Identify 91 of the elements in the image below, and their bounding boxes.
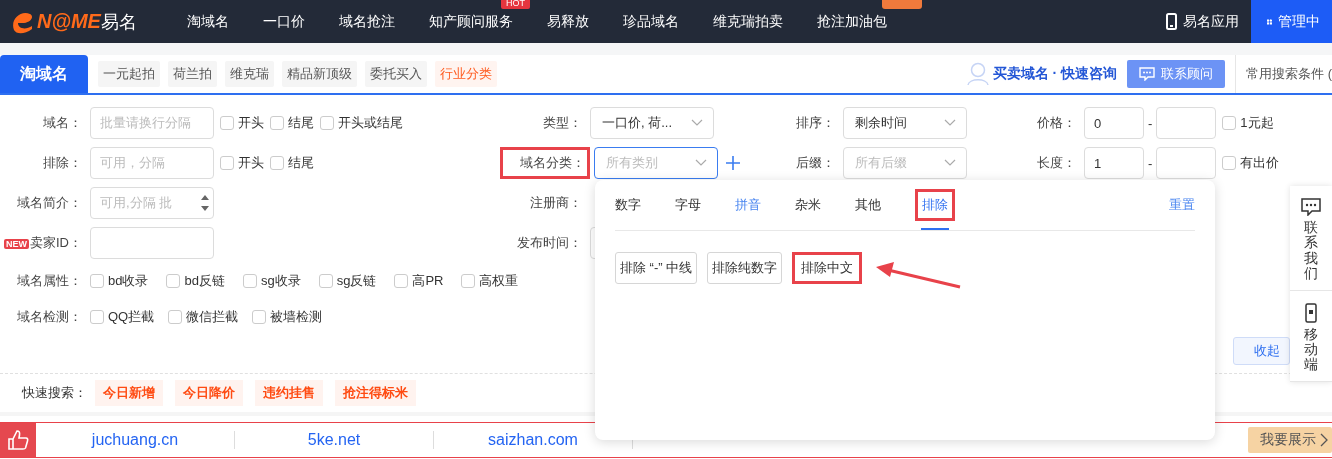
checkbox[interactable]: 开头 (220, 114, 264, 132)
chat-icon (1139, 67, 1156, 81)
main-tab[interactable]: 淘域名 (0, 55, 88, 93)
input-field[interactable]: 0 (1084, 107, 1144, 139)
category-tab[interactable]: 拼音 (735, 190, 761, 220)
field-label: 发布时间： (516, 234, 583, 252)
showcase-button[interactable]: 我要展示 (1248, 427, 1332, 453)
category-tab[interactable]: 荷兰拍 (168, 61, 217, 87)
tab-underline (921, 228, 949, 230)
select-field[interactable]: 一口价, 荷... (590, 107, 714, 139)
checkbox[interactable]: bd收录 (90, 272, 149, 290)
nav-link[interactable]: 淘域名 (187, 12, 229, 29)
field-label: 价格： (1036, 114, 1077, 132)
input-field[interactable] (90, 227, 214, 259)
thumbs-up-icon (7, 429, 29, 451)
category-tab[interactable]: 维克瑞 (225, 61, 274, 87)
side-link[interactable]: 移动端 (1290, 290, 1332, 382)
field-label: 域名属性： (16, 272, 83, 290)
chevron-down-icon (944, 119, 956, 127)
checkbox[interactable]: 1元起 (1222, 114, 1274, 132)
chat-icon (1301, 198, 1321, 216)
range-dash: - (1148, 155, 1153, 171)
nav-link[interactable]: 易释放 (547, 12, 589, 29)
checkbox[interactable]: sg反链 (318, 272, 377, 290)
field-label: 后缀： (795, 154, 836, 172)
app-link[interactable]: 易名应用 (1166, 12, 1239, 31)
field-label: 域名简介： (16, 194, 83, 212)
domain-link[interactable]: 5ke.net (235, 431, 434, 449)
nav-link[interactable]: 抢注加油包 (817, 12, 887, 29)
category-tab[interactable]: 其他 (855, 190, 881, 220)
exclude-option-button[interactable]: 排除中文 (792, 252, 863, 284)
collapse-button[interactable]: 收起 (1233, 337, 1290, 365)
input-field[interactable] (1156, 147, 1217, 179)
domain-link[interactable]: juchuang.cn (36, 431, 235, 449)
consult-slogan: 买卖域名 · 快速咨询 (992, 65, 1118, 83)
checkbox[interactable]: 结尾 (270, 154, 314, 172)
checkbox[interactable]: QQ拦截 (90, 308, 155, 326)
nav-link[interactable]: 珍品域名 (623, 12, 679, 29)
checkbox[interactable]: 高PR (394, 272, 444, 290)
saved-searches-link[interactable]: 常用搜索条件 ( (1235, 55, 1332, 93)
checkbox[interactable]: 被墙检测 (252, 308, 323, 326)
chevron-right-icon (1320, 433, 1328, 447)
field-label: 域名： (42, 114, 83, 132)
new-badge: NEW (4, 239, 29, 249)
checkbox[interactable]: 有出价 (1222, 154, 1280, 172)
category-tab[interactable]: 精品新顶级 (282, 61, 357, 87)
field-label: 长度： (1036, 154, 1077, 172)
category-tab[interactable]: 排除 (915, 189, 955, 221)
reset-link[interactable]: 重置 (1169, 196, 1195, 214)
select-field[interactable]: 剩余时间 (843, 107, 967, 139)
field-label: 域名分类： (500, 147, 590, 179)
field-label: 排序： (795, 114, 836, 132)
checkbox[interactable]: bd反链 (166, 272, 225, 290)
nav-link[interactable]: 域名抢注 (339, 12, 395, 29)
exclude-option-button[interactable]: 排除纯数字 (707, 252, 783, 284)
checkbox[interactable]: sg收录 (242, 272, 301, 290)
category-tab[interactable]: 委托买入 (365, 61, 427, 87)
phone-icon (1305, 302, 1317, 323)
nav-link[interactable]: 维克瑞拍卖 (713, 12, 783, 29)
checkbox[interactable]: 微信拦截 (168, 308, 239, 326)
nav-link[interactable]: 一口价 (263, 12, 305, 29)
chevron-down-icon (695, 159, 707, 167)
range-dash: - (1148, 115, 1153, 131)
category-tab[interactable]: 一元起拍 (98, 61, 160, 87)
checkbox[interactable]: 开头或结尾 (320, 114, 403, 132)
chevron-down-icon (691, 119, 703, 127)
field-label: 类型： (542, 114, 583, 132)
quick-search-label: 快速搜索： (22, 384, 87, 402)
field-label: 注册商： (529, 194, 583, 212)
field-label: NEW 卖家ID： (3, 234, 83, 252)
side-link[interactable]: 联系我们 (1290, 186, 1332, 291)
logo-text: 易名 (100, 10, 137, 34)
field-label: 排除： (42, 154, 83, 172)
checkbox[interactable]: 开头 (220, 154, 264, 172)
consultant-icon (966, 62, 989, 86)
category-tab[interactable]: 杂米 (795, 190, 821, 220)
category-tab[interactable]: 字母 (675, 190, 701, 220)
checkbox[interactable]: 高权重 (461, 272, 519, 290)
checkbox[interactable]: 结尾 (270, 114, 314, 132)
input-field[interactable] (1156, 107, 1217, 139)
admin-center-button[interactable]: 管理中 (1251, 0, 1332, 43)
hot-badge: HOT (501, 0, 530, 9)
phone-icon (1166, 13, 1177, 30)
plus-icon[interactable] (726, 156, 740, 170)
nav-link[interactable]: 知产顾问服务 (429, 12, 513, 29)
input-field[interactable]: 1 (1084, 147, 1144, 179)
category-tab[interactable]: 数字 (615, 190, 641, 220)
chevron-down-icon (944, 159, 956, 167)
field-label: 域名检测： (16, 308, 83, 326)
exclude-option-button[interactable]: 排除 “-” 中线 (615, 252, 698, 284)
logo-text: N@ME (37, 10, 101, 33)
